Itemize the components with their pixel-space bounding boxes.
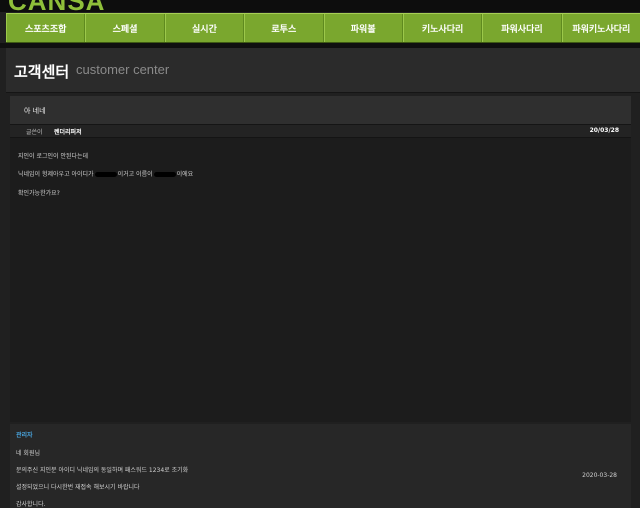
page-subtitle: customer center: [76, 62, 170, 77]
post-date: 20/03/28: [589, 127, 619, 134]
author-label: 글쓴이: [26, 129, 43, 136]
reply-line: 문의주신 지인분 아이디 닉네임의 동일하며 패스워드 1234로 조기화: [16, 467, 189, 474]
nav-item-power-ladder[interactable]: 파워사다리: [482, 14, 562, 42]
post-body-text: 이거고 이름이: [117, 171, 153, 178]
redaction-mark: [153, 172, 176, 177]
post-body-line: 확인가능한가요?: [18, 190, 60, 197]
redaction-mark: [94, 172, 117, 177]
nav-item-powerball[interactable]: 파워볼: [323, 14, 403, 42]
nav-item-special[interactable]: 스페셜: [85, 14, 165, 42]
post-body-line: 지인이 로그인이 안된다는데: [18, 153, 89, 160]
post-title: 아 네네: [24, 107, 46, 115]
main-nav: 스포츠조합 스페셜 실시간 로투스 파워볼 키노사다리 파워사다리 파워키노사다…: [6, 13, 640, 43]
page-header: 고객센터 customer center: [6, 48, 640, 93]
nav-item-keno-ladder[interactable]: 키노사다리: [402, 14, 483, 42]
page-title: 고객센터: [14, 63, 70, 81]
nav-item-live[interactable]: 실시간: [164, 14, 245, 42]
nav-item-power-keno-ladder[interactable]: 파워키노사다리: [561, 14, 640, 42]
reply-line: 네 회원님: [16, 450, 40, 457]
reply-author: 관리자: [16, 432, 33, 439]
site-logo[interactable]: CANSA: [8, 0, 105, 12]
reply-panel: 관리자 네 회원님 문의주신 지인분 아이디 닉네임의 동일하며 패스워드 12…: [10, 424, 631, 508]
post-meta: 글쓴이 렌더리퍼저 20/03/28: [10, 125, 631, 138]
reply-line: 감사합니다.: [16, 501, 46, 508]
nav-item-lotus[interactable]: 로투스: [244, 14, 324, 42]
post-title-bar: 아 네네: [10, 96, 631, 125]
post-panel: 아 네네 글쓴이 렌더리퍼저 20/03/28 지인이 로그인이 안된다는데 닉…: [10, 96, 631, 422]
reply-line: 설정되었으니 다시한번 재접속 해보시기 바랍니다: [16, 484, 140, 491]
post-author: 렌더리퍼저: [54, 129, 82, 136]
post-body-line: 닉네임이 헝제아우고 아이디가 이거고 이름이 이에요: [18, 169, 193, 178]
reply-date: 2020-03-28: [582, 472, 617, 479]
post-body-text: 닉네임이 헝제아우고 아이디가: [18, 171, 94, 178]
nav-item-sports[interactable]: 스포츠조합: [6, 14, 86, 42]
post-body-text: 이에요: [176, 171, 194, 178]
top-bar: CANSA: [0, 0, 640, 12]
